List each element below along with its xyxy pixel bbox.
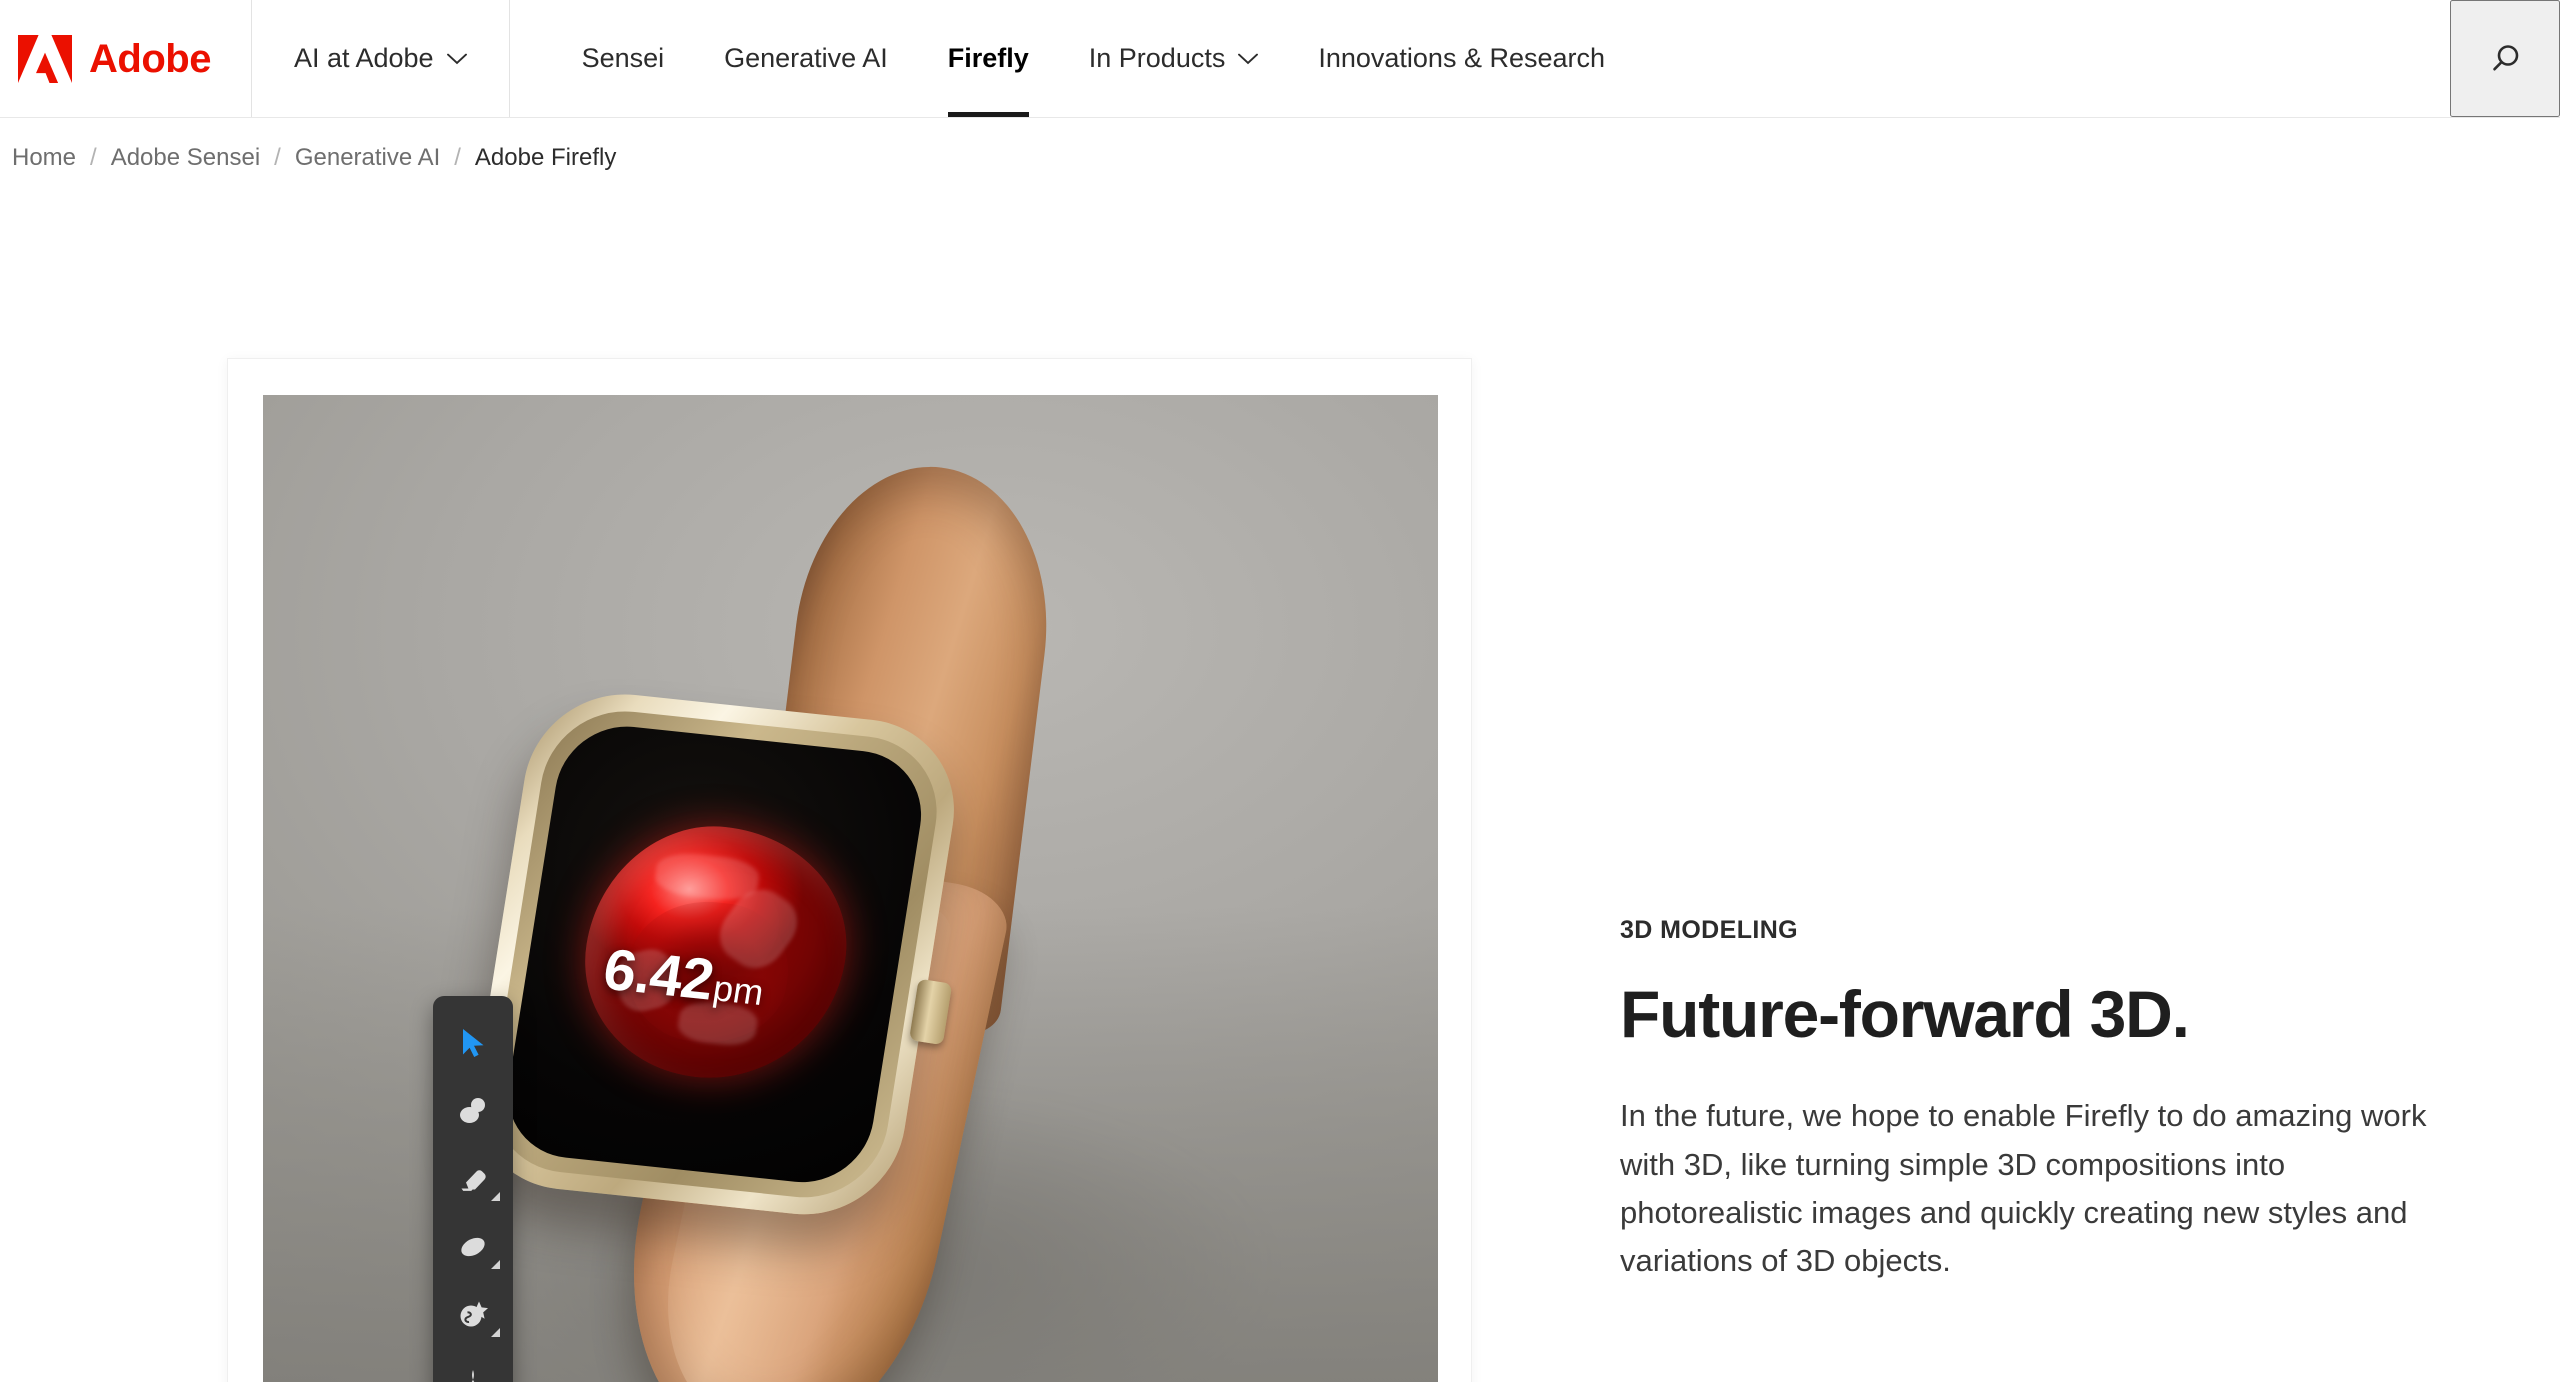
nav-dropdown-label: AI at Adobe (294, 43, 467, 74)
section-eyebrow: 3D MODELING (1620, 916, 1799, 944)
sculpt-tool[interactable] (433, 1077, 513, 1145)
tool-flyout-indicator (491, 1260, 500, 1269)
nav-link-label: In Products (1088, 43, 1226, 73)
search-button[interactable] (2450, 0, 2560, 117)
cursor-arrow-icon (463, 1029, 484, 1057)
watch-time-meridiem: pm (710, 967, 767, 1014)
eraser-tool[interactable] (433, 1145, 513, 1213)
breadcrumb-item-home[interactable]: Home (12, 144, 76, 172)
adobe-wordmark: Adobe (89, 36, 211, 81)
page-title: Future-forward 3D. (1620, 977, 2190, 1051)
breadcrumb-item-adobe-firefly: Adobe Firefly (474, 144, 617, 171)
material-tool[interactable] (433, 1281, 513, 1349)
nav-link-firefly[interactable]: Firefly (918, 0, 1059, 117)
tool-palette (433, 996, 513, 1382)
global-navigation-bar: Adobe AI at Adobe Sensei Generative AI F… (0, 0, 2560, 118)
nav-link-label: Generative AI (724, 43, 888, 73)
breadcrumb-separator: / (90, 144, 97, 171)
main-content: 6.42 pm 3D MODELING Future-forward 3D. I… (0, 198, 2560, 1382)
pull-tool[interactable] (433, 1349, 513, 1382)
tool-flyout-indicator (491, 1328, 500, 1337)
gem-star-icon (460, 1301, 488, 1327)
nav-dropdown-text: AI at Adobe (293, 43, 434, 73)
breadcrumb-item-generative-ai[interactable]: Generative AI (295, 144, 440, 172)
breadcrumb-item-adobe-sensei[interactable]: Adobe Sensei (111, 144, 260, 172)
chevron-down-icon (1238, 53, 1259, 65)
chevron-down-icon (446, 53, 467, 65)
search-icon (2493, 44, 2519, 71)
body-paragraph: In the future, we hope to enable Firefly… (1620, 1098, 2427, 1279)
nav-link-generative-ai[interactable]: Generative AI (694, 0, 918, 117)
watch-time-value: 6.42 (599, 936, 718, 1013)
feature-copy-block: 3D MODELING Future-forward 3D. In the fu… (1620, 916, 2460, 1286)
select-arrow-tool[interactable] (433, 1009, 513, 1077)
adobe-brand-logo-link[interactable]: Adobe (0, 0, 252, 117)
nav-link-label: Sensei (581, 43, 665, 73)
nav-link-innovations-research[interactable]: Innovations & Research (1288, 0, 1635, 117)
eraser-icon (461, 1170, 486, 1191)
nav-link-sensei[interactable]: Sensei (552, 0, 695, 117)
breadcrumb-separator: / (454, 144, 461, 171)
blob-sculpt-icon (460, 1098, 485, 1123)
nav-link-in-products[interactable]: In Products (1059, 0, 1289, 117)
adobe-a-logo-icon (18, 34, 72, 83)
nav-dropdown-ai-at-adobe[interactable]: AI at Adobe (252, 0, 510, 117)
media-card: 6.42 pm (227, 358, 1472, 1382)
cone-pull-icon (471, 1370, 475, 1382)
smudge-blob-icon (461, 1237, 485, 1257)
primary-nav-links: Sensei Generative AI Firefly In Products… (510, 0, 1635, 117)
tool-flyout-indicator (491, 1192, 500, 1201)
breadcrumb: Home / Adobe Sensei / Generative AI / Ad… (0, 118, 2560, 198)
nav-link-label: Firefly (947, 43, 1029, 73)
breadcrumb-separator: / (274, 144, 281, 171)
smudge-tool[interactable] (433, 1213, 513, 1281)
nav-link-label: Innovations & Research (1318, 43, 1606, 73)
